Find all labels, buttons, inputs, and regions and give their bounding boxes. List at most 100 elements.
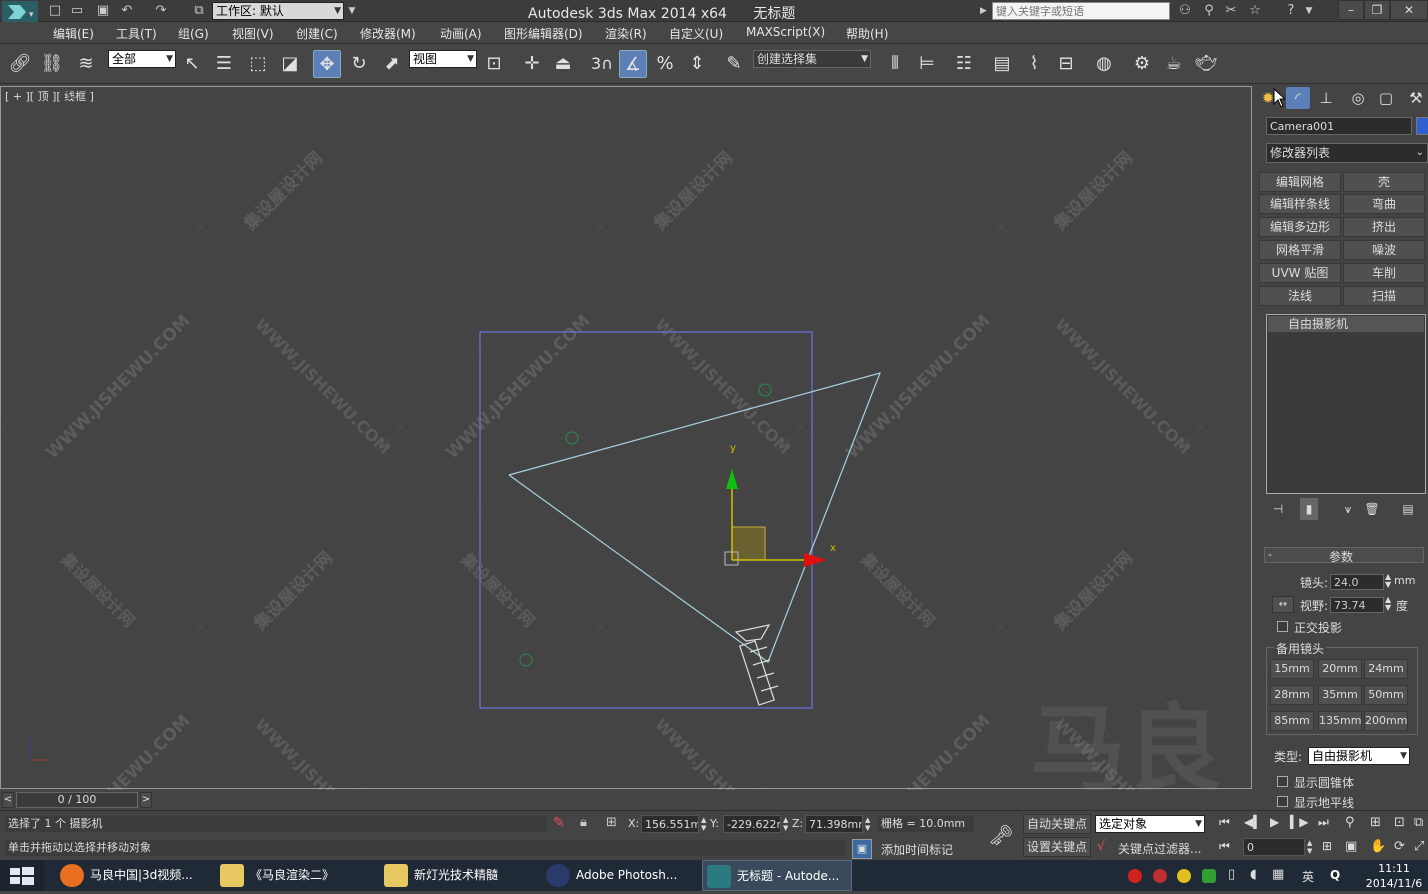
project-folder-icon[interactable]: ⧉ [190, 2, 208, 20]
z-coordinate-field[interactable] [805, 815, 863, 833]
material-editor-icon[interactable]: ◍ [1090, 50, 1118, 78]
open-file-icon[interactable]: ▭ [68, 2, 86, 20]
lens-15mm-button[interactable]: 15mm [1270, 659, 1314, 679]
angle-snap-icon[interactable]: ∡ [619, 50, 647, 78]
show-horizon-checkbox[interactable] [1277, 796, 1288, 807]
window-crossing-icon[interactable]: ◪ [276, 50, 304, 78]
isolate-selection-icon[interactable]: ✎ [553, 815, 565, 831]
rectangular-selection-icon[interactable]: ⬚ [244, 50, 272, 78]
show-cone-checkbox[interactable] [1277, 776, 1288, 787]
lens-20mm-button[interactable]: 20mm [1318, 659, 1362, 679]
modifier-button-meshsmooth[interactable]: 网格平滑 [1259, 240, 1341, 260]
menu-help[interactable]: 帮助(H) [846, 25, 888, 42]
y-coordinate-field[interactable] [723, 815, 781, 833]
pivot-center-icon[interactable]: ⊡ [480, 50, 508, 78]
modifier-button-edit-poly[interactable]: 编辑多边形 [1259, 217, 1341, 237]
current-frame-field[interactable] [1243, 838, 1305, 856]
set-key-button[interactable]: 设置关键点 [1023, 837, 1091, 857]
lens-spinner[interactable] [1330, 574, 1384, 590]
redo-icon[interactable]: ↷ [152, 2, 170, 20]
selection-filter-select[interactable]: 全部 ▼ [108, 50, 176, 68]
menu-tools[interactable]: 工具(T) [116, 25, 157, 42]
lens-35mm-button[interactable]: 35mm [1318, 685, 1362, 705]
configure-modifier-sets-icon[interactable]: ▤ [1396, 498, 1420, 520]
fov-direction-flyout[interactable]: ↔ [1272, 596, 1294, 613]
selection-lock-icon[interactable]: 🔒︎ [580, 815, 587, 830]
next-frame-icon[interactable]: ▍▶ [1290, 815, 1308, 829]
link-icon[interactable]: 🔗︎ [6, 50, 34, 78]
percent-snap-icon[interactable]: % [651, 50, 679, 78]
modifier-button-noise[interactable]: 噪波 [1343, 240, 1425, 260]
tray-volume-icon[interactable]: ◖ [1250, 867, 1257, 882]
time-prev-button[interactable]: < [2, 792, 14, 808]
display-tab-icon[interactable]: ▢ [1374, 87, 1398, 109]
fov-spinner[interactable] [1330, 597, 1384, 613]
tray-language-label[interactable]: 英 [1302, 868, 1314, 885]
modifier-button-extrude[interactable]: 挤出 [1343, 217, 1425, 237]
orbit-icon[interactable]: ⟳ [1394, 839, 1405, 854]
modifier-button-bend[interactable]: 弯曲 [1343, 194, 1425, 214]
motion-tab-icon[interactable]: ◎ [1346, 87, 1370, 109]
app-logo-icon[interactable]: ▾ [2, 1, 38, 23]
modifier-button-shell[interactable]: 壳 [1343, 172, 1425, 192]
minimize-button[interactable]: – [1338, 0, 1364, 20]
search-input[interactable] [992, 2, 1170, 20]
layer-manager-icon[interactable]: ☷ [950, 50, 978, 78]
select-and-rotate-icon[interactable]: ↻ [345, 50, 373, 78]
render-production-icon[interactable]: 🫖︎ [1192, 50, 1220, 78]
key-icon-button[interactable]: 🗝︎ [982, 815, 1020, 857]
tray-record-icon[interactable] [1128, 869, 1142, 883]
taskbar-item-browser[interactable]: 马良中国|3d视频... [56, 860, 206, 891]
start-button[interactable] [0, 860, 44, 891]
modifier-button-uvw-map[interactable]: UVW 贴图 [1259, 263, 1341, 283]
z-spinner-arrows-icon[interactable]: ▲ ▼ [865, 816, 870, 832]
x-spinner-arrows-icon[interactable]: ▲ ▼ [701, 816, 706, 832]
object-color-swatch[interactable] [1416, 117, 1428, 135]
menu-group[interactable]: 组(G) [178, 25, 209, 42]
select-object-icon[interactable]: ↖ [178, 50, 206, 78]
time-configuration-icon[interactable]: ⊞ [1322, 839, 1332, 853]
camera-type-select[interactable]: 自由摄影机 ▼ [1308, 747, 1410, 765]
zoom-icon[interactable]: ⚲ [1345, 815, 1355, 830]
modifier-stack[interactable]: 自由摄影机 [1266, 314, 1426, 494]
close-button[interactable]: ✕ [1390, 0, 1428, 20]
hierarchy-tab-icon[interactable]: ⊥ [1314, 87, 1338, 109]
lens-50mm-button[interactable]: 50mm [1364, 685, 1408, 705]
unlink-icon[interactable]: ⛓ [38, 50, 66, 78]
menu-maxscript[interactable]: MAXScript(X) [746, 25, 825, 39]
fov-spinner-arrows-icon[interactable]: ▲ ▼ [1385, 596, 1391, 612]
rendered-frame-window-icon[interactable]: ☕ [1160, 50, 1188, 78]
spinner-snap-icon[interactable]: ⇕ [683, 50, 711, 78]
reference-coordinate-select[interactable]: 视图 ▼ [409, 50, 477, 68]
menu-customize[interactable]: 自定义(U) [669, 25, 723, 42]
favorites-star-icon[interactable]: ☆ [1246, 2, 1264, 20]
tray-security-icon[interactable] [1202, 869, 1216, 883]
auto-key-button[interactable]: 自动关键点 [1023, 814, 1091, 834]
lens-28mm-button[interactable]: 28mm [1270, 685, 1314, 705]
modify-tab-icon[interactable]: ◜ [1286, 87, 1310, 109]
zoom-all-icon[interactable]: ⊞ [1370, 815, 1381, 830]
search-arrow-icon[interactable]: ▶ [980, 3, 990, 19]
named-selection-set-select[interactable]: 创建选择集 ▼ [753, 50, 871, 68]
modifier-button-edit-mesh[interactable]: 编辑网格 [1259, 172, 1341, 192]
menu-animation[interactable]: 动画(A) [440, 25, 482, 42]
tray-input-method-icon[interactable]: Q [1330, 868, 1340, 882]
render-setup-icon[interactable]: ⚙ [1128, 50, 1156, 78]
tray-power-icon[interactable]: ▯ [1228, 867, 1235, 882]
menu-modifiers[interactable]: 修改器(M) [360, 25, 416, 42]
align-icon[interactable]: ⊨ [913, 50, 941, 78]
modifier-list-select[interactable]: 修改器列表 ⌄ [1266, 143, 1428, 163]
exchange-icon[interactable]: ✂ [1222, 2, 1240, 20]
utilities-tab-icon[interactable]: ⚒ [1404, 87, 1428, 109]
menu-graph-editors[interactable]: 图形编辑器(D) [504, 25, 583, 42]
play-icon[interactable]: ▶ [1270, 815, 1279, 829]
maximize-viewport-icon[interactable]: ⤢ [1414, 839, 1424, 854]
parameters-rollout-header[interactable]: - 参数 [1264, 547, 1424, 564]
tray-network-icon[interactable]: ▦ [1272, 867, 1284, 882]
lens-spinner-arrows-icon[interactable]: ▲ ▼ [1385, 573, 1391, 589]
object-name-field[interactable] [1266, 117, 1412, 135]
modifier-stack-item[interactable]: 自由摄影机 [1268, 316, 1424, 332]
taskbar-item-folder-lighting[interactable]: 新灯光技术精髓 [380, 860, 530, 891]
pan-view-icon[interactable]: ✋ [1370, 839, 1386, 854]
modifier-button-edit-spline[interactable]: 编辑样条线 [1259, 194, 1341, 214]
